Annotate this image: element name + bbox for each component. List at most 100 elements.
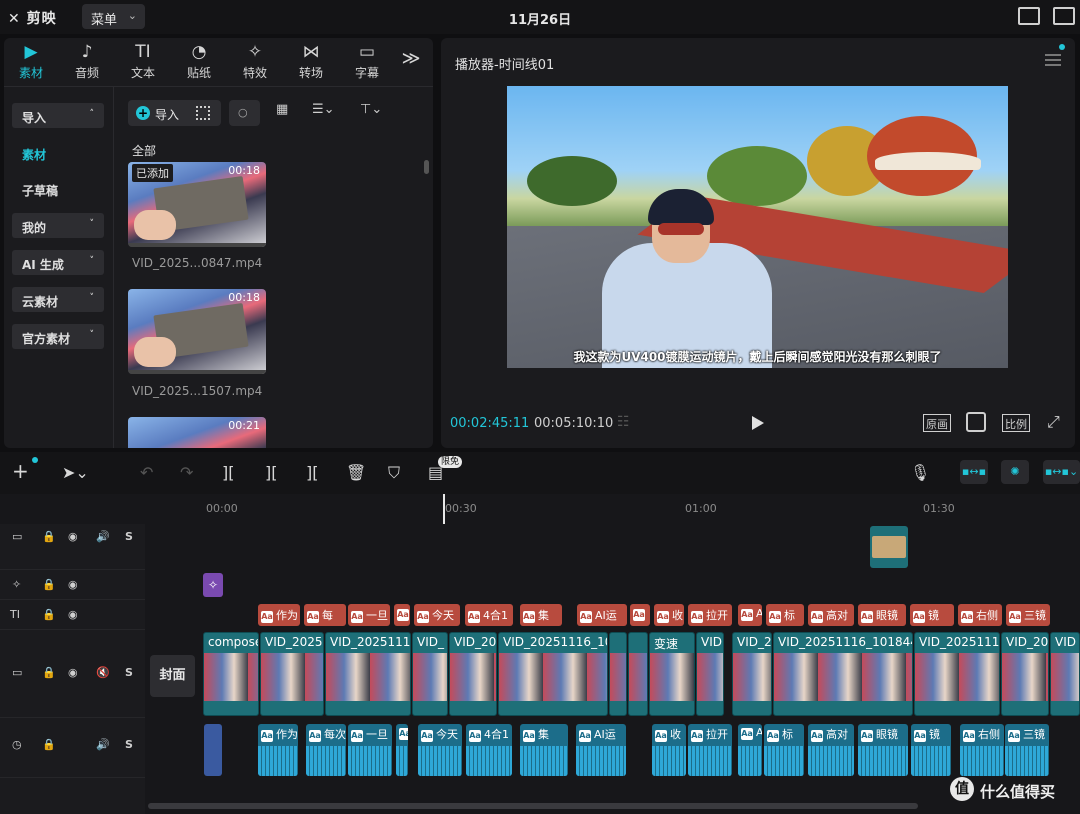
fullscreen-icon[interactable]: ⤢ (1047, 412, 1060, 432)
redo-icon[interactable]: ↷ (180, 463, 193, 482)
undo-icon[interactable]: ↶ (140, 463, 153, 482)
audio-clip[interactable]: Aa 集 (520, 724, 568, 776)
audio-clip[interactable]: Aa A (738, 724, 762, 776)
lock-icon[interactable]: 🔒 (42, 530, 56, 543)
overlay-clip[interactable] (870, 526, 908, 568)
audio-clip[interactable]: Aa 每次 (306, 724, 346, 776)
quality-button[interactable]: 原画 (923, 414, 951, 432)
text-clip[interactable]: Aa 收 (654, 604, 684, 626)
audio-clip[interactable]: Aa 拉开 (688, 724, 732, 776)
sidebar-item-import[interactable]: 导入 ˄ (12, 103, 104, 128)
text-clip[interactable]: Aa 每 (304, 604, 346, 626)
video-clip[interactable]: VID_202 (449, 632, 497, 716)
player-menu-icon[interactable] (1045, 54, 1061, 66)
audio-clip[interactable]: Aa 高对 (808, 724, 854, 776)
qr-code-icon[interactable] (196, 106, 210, 120)
search-button[interactable]: ○ (229, 100, 260, 126)
snap-icon[interactable]: ✺ (1001, 460, 1029, 484)
tab-text[interactable]: TI 文本 (118, 40, 168, 84)
eye-icon[interactable]: ◉ (68, 608, 78, 621)
text-clip[interactable]: Aa 集 (520, 604, 562, 626)
video-clip[interactable]: VID_20251116 (914, 632, 1000, 716)
solo-icon[interactable]: S (125, 738, 133, 751)
grid-view-icon[interactable]: ▦ (276, 102, 288, 117)
lock-icon[interactable]: 🔒 (42, 608, 56, 621)
sort-icon[interactable]: ☰⌄ (312, 102, 335, 117)
text-clip[interactable]: Aa AI运 (577, 604, 627, 626)
sidebar-item-mine[interactable]: 我的 ˅ (12, 213, 104, 238)
video-clip[interactable]: VID_2025 (260, 632, 324, 716)
text-clip[interactable]: Aa 4合1 (465, 604, 513, 626)
play-icon[interactable] (752, 416, 764, 430)
video-clip[interactable] (609, 632, 627, 716)
effect-clip[interactable]: ✧ (203, 573, 223, 597)
sidebar-item-subdraft[interactable]: 子草稿 (12, 176, 104, 201)
audio-clip[interactable] (204, 724, 222, 776)
tab-caption[interactable]: ▭ 字幕 (342, 40, 392, 84)
video-preview[interactable]: 我这款为UV400镀膜运动镜片，戴上后瞬间感觉阳光没有那么刺眼了 (507, 86, 1008, 368)
audio-clip[interactable]: Aa 眼镜 (858, 724, 908, 776)
text-clip[interactable]: Aa A (738, 604, 762, 626)
marker-icon[interactable]: ⛉ (388, 463, 400, 483)
lock-icon[interactable]: 🔒 (42, 666, 56, 679)
audio-clip[interactable]: Aa (396, 724, 408, 776)
media-thumbnail[interactable]: 已添加 00:18 (128, 162, 266, 247)
playhead[interactable] (443, 494, 445, 524)
audio-clip[interactable]: Aa 4合1 (466, 724, 512, 776)
audio-clip[interactable]: Aa 作为 (258, 724, 298, 776)
waveform-toggle-icon[interactable]: ☷ (617, 414, 630, 430)
delete-icon[interactable]: 🗑 (346, 463, 366, 482)
audio-clip[interactable]: Aa 标 (764, 724, 804, 776)
ratio-button[interactable]: 比例 (1002, 414, 1030, 432)
add-track-icon[interactable]: + (12, 459, 29, 483)
text-clip[interactable]: Aa 右侧 (958, 604, 1002, 626)
keyboard-icon[interactable] (1018, 7, 1040, 25)
tab-audio[interactable]: ♪ 音频 (62, 40, 112, 84)
layout-icon[interactable] (1053, 7, 1075, 25)
sidebar-item-official[interactable]: 官方素材 ˅ (12, 324, 104, 349)
text-clip[interactable]: Aa 今天 (414, 604, 460, 626)
audio-clip[interactable]: Aa 收 (652, 724, 686, 776)
audio-clip[interactable]: Aa 右侧 (960, 724, 1004, 776)
tab-effects[interactable]: ✧ 特效 (230, 40, 280, 84)
eye-icon[interactable]: ◉ (68, 530, 78, 543)
select-tool-icon[interactable]: ➤⌄ (62, 463, 89, 482)
trim-left-icon[interactable]: ][ (265, 463, 277, 482)
text-clip[interactable]: Aa 作为 (258, 604, 300, 626)
microphone-icon[interactable]: 🎙 (910, 463, 930, 482)
sidebar-item-ai[interactable]: AI 生成 ˅ (12, 250, 104, 275)
media-thumbnail[interactable]: 00:18 (128, 289, 266, 374)
volume-icon[interactable]: 🔊 (96, 738, 110, 751)
main-track-magnet-icon[interactable]: ▪↔▪ (960, 460, 988, 484)
lock-icon[interactable]: 🔒 (42, 738, 56, 751)
video-clip[interactable]: VID (696, 632, 724, 716)
time-ruler[interactable]: 00:00 00:30 01:00 01:30 (203, 494, 1080, 524)
text-clip[interactable]: Aa 高对 (808, 604, 854, 626)
tab-transition[interactable]: ⋈ 转场 (286, 40, 336, 84)
text-clip[interactable]: Aa (394, 604, 410, 626)
solo-icon[interactable]: S (125, 530, 133, 543)
sidebar-item-cloud[interactable]: 云素材 ˅ (12, 287, 104, 312)
text-clip[interactable]: Aa 眼镜 (858, 604, 906, 626)
text-clip[interactable]: Aa 标 (766, 604, 804, 626)
video-clip[interactable]: VID_20251116 (325, 632, 411, 716)
media-scrollbar[interactable] (424, 160, 429, 174)
video-clip[interactable]: VID (1050, 632, 1080, 716)
audio-clip[interactable]: Aa 三镜 (1005, 724, 1049, 776)
trim-right-icon[interactable]: ][ (306, 463, 318, 482)
fit-screen-icon[interactable] (966, 412, 986, 432)
eye-icon[interactable]: ◉ (68, 666, 78, 679)
timeline-scrollbar[interactable] (148, 803, 918, 809)
video-clip[interactable]: compose (203, 632, 259, 716)
text-clip[interactable]: Aa 三镜 (1006, 604, 1050, 626)
solo-icon[interactable]: S (125, 666, 133, 679)
video-clip[interactable] (628, 632, 648, 716)
text-clip[interactable]: Aa 镜 (910, 604, 954, 626)
video-clip[interactable]: VID_20251116_101844.m (773, 632, 913, 716)
media-thumbnail[interactable]: 00:21 (128, 417, 266, 448)
text-clip[interactable]: Aa (630, 604, 650, 626)
eye-icon[interactable]: ◉ (68, 578, 78, 591)
video-clip[interactable]: VID_202 (1001, 632, 1049, 716)
lock-icon[interactable]: 🔒 (42, 578, 56, 591)
video-clip[interactable]: VID_ (412, 632, 448, 716)
